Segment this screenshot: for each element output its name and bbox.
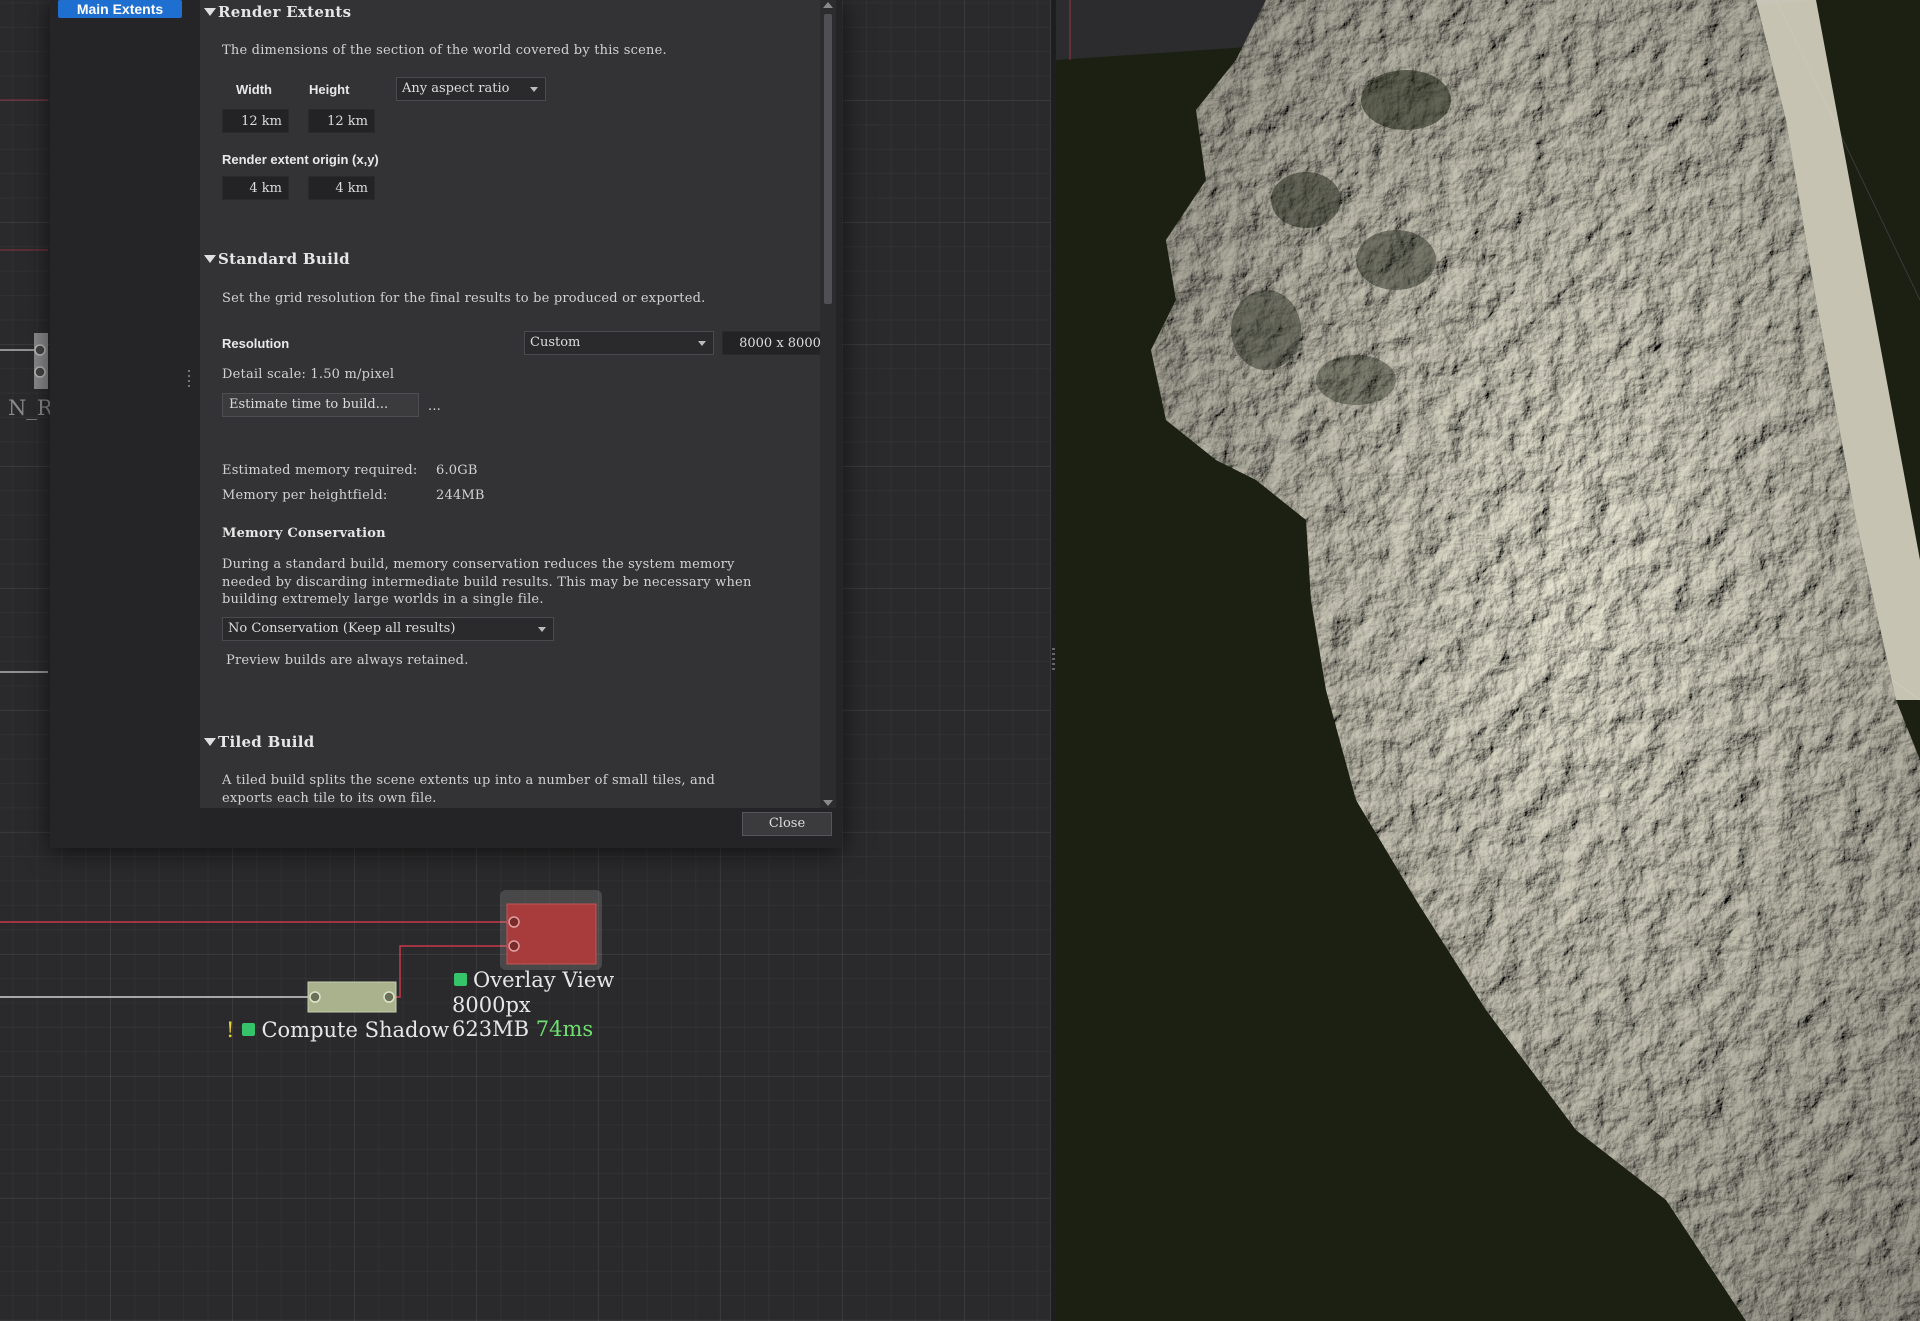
- collapse-triangle-icon: [204, 738, 216, 746]
- shadow-node-title[interactable]: ! Compute Shadow: [226, 1018, 449, 1042]
- memory-conservation-desc-line1: During a standard build, memory conserva…: [222, 557, 735, 572]
- warning-icon: !: [226, 1018, 235, 1042]
- detail-scale-text: Detail scale: 1.50 m/pixel: [222, 367, 395, 382]
- resolution-option-value: Custom: [530, 335, 581, 350]
- resolution-value-field[interactable]: 8000 x 8000: [722, 331, 820, 355]
- resolution-label: Resolution: [222, 336, 290, 351]
- section-tiled-build[interactable]: Tiled Build: [204, 733, 315, 751]
- standard-build-description: Set the grid resolution for the final re…: [222, 291, 706, 306]
- preview-builds-note: Preview builds are always retained.: [226, 653, 469, 668]
- scrollbar-thumb[interactable]: [824, 14, 832, 304]
- resolution-dropdown[interactable]: Custom: [524, 331, 714, 355]
- shadow-node-body: [307, 981, 397, 1013]
- chevron-down-icon: [530, 87, 538, 92]
- splitter-grip-icon: [1052, 648, 1055, 670]
- tab-list-resize-grip-icon[interactable]: [188, 370, 190, 388]
- panel-scrollbar[interactable]: [820, 0, 836, 808]
- memory-conservation-dropdown[interactable]: No Conservation (Keep all results): [222, 617, 554, 641]
- chevron-down-icon: [538, 627, 546, 632]
- overlay-node-title[interactable]: Overlay View: [454, 968, 614, 992]
- tab-main-extents[interactable]: Main Extents: [58, 0, 182, 18]
- aspect-ratio-dropdown[interactable]: Any aspect ratio: [396, 77, 546, 101]
- status-indicator: [454, 973, 467, 986]
- memory-conservation-desc-line2: needed by discarding intermediate build …: [222, 574, 752, 590]
- width-field[interactable]: 12 km: [222, 109, 289, 133]
- memory-per-heightfield-value: 244MB: [436, 488, 485, 503]
- origin-label: Render extent origin (x,y): [222, 152, 379, 167]
- chevron-down-icon: [698, 341, 706, 346]
- origin-x-field[interactable]: 4 km: [222, 176, 289, 200]
- scroll-up-icon[interactable]: [823, 2, 833, 8]
- estimate-result-text: ...: [428, 399, 441, 414]
- overlay-node-body: [506, 903, 597, 965]
- section-title: Tiled Build: [218, 733, 315, 751]
- dialog-tab-list: Main Extents: [50, 0, 200, 848]
- tiled-build-desc-line1: A tiled build splits the scene extents u…: [222, 773, 716, 788]
- overlay-node-stats: 623MB 74ms: [452, 1017, 593, 1041]
- memory-conservation-title: Memory Conservation: [222, 526, 386, 541]
- estimate-time-button[interactable]: Estimate time to build...: [222, 393, 419, 417]
- overlay-node-time: 74ms: [535, 1017, 594, 1041]
- section-render-extents[interactable]: Render Extents: [204, 3, 351, 21]
- aspect-ratio-value: Any aspect ratio: [402, 81, 510, 96]
- collapse-triangle-icon: [204, 8, 216, 16]
- conservation-option-value: No Conservation (Keep all results): [228, 621, 456, 636]
- partial-node-body: [34, 333, 48, 389]
- settings-panel[interactable]: Render Extents The dimensions of the sec…: [200, 0, 820, 808]
- section-title: Render Extents: [218, 3, 352, 21]
- scene-settings-dialog: Main Extents Render Extents The dimensio…: [50, 0, 842, 848]
- scroll-down-icon[interactable]: [823, 800, 833, 806]
- height-label: Height: [309, 82, 350, 97]
- section-title: Standard Build: [218, 250, 350, 268]
- origin-y-field[interactable]: 4 km: [308, 176, 375, 200]
- collapse-triangle-icon: [204, 255, 216, 263]
- close-button[interactable]: Close: [742, 812, 832, 836]
- memory-per-heightfield-label: Memory per heightfield:: [222, 488, 388, 503]
- overlay-node-name: Overlay View: [473, 968, 615, 992]
- tiled-build-desc-line2: exports each tile to its own file.: [222, 791, 437, 806]
- height-field[interactable]: 12 km: [308, 109, 375, 133]
- memory-conservation-desc-line3: building extremely large worlds in a sin…: [222, 592, 544, 607]
- section-standard-build[interactable]: Standard Build: [204, 250, 350, 268]
- status-indicator: [242, 1023, 256, 1036]
- terrain-viewport[interactable]: [1056, 0, 1920, 1321]
- overlay-node-resolution: 8000px: [452, 993, 531, 1017]
- memory-required-value: 6.0GB: [436, 463, 478, 478]
- partial-node-label: N_R: [8, 396, 53, 420]
- terrain-render: [1056, 0, 1920, 1321]
- shadow-node-name: Compute Shadow: [261, 1018, 450, 1042]
- memory-required-label: Estimated memory required:: [222, 463, 418, 478]
- overlay-node-memory: 623MB: [452, 1017, 530, 1041]
- width-label: Width: [236, 82, 272, 97]
- render-extents-description: The dimensions of the section of the wor…: [222, 43, 667, 58]
